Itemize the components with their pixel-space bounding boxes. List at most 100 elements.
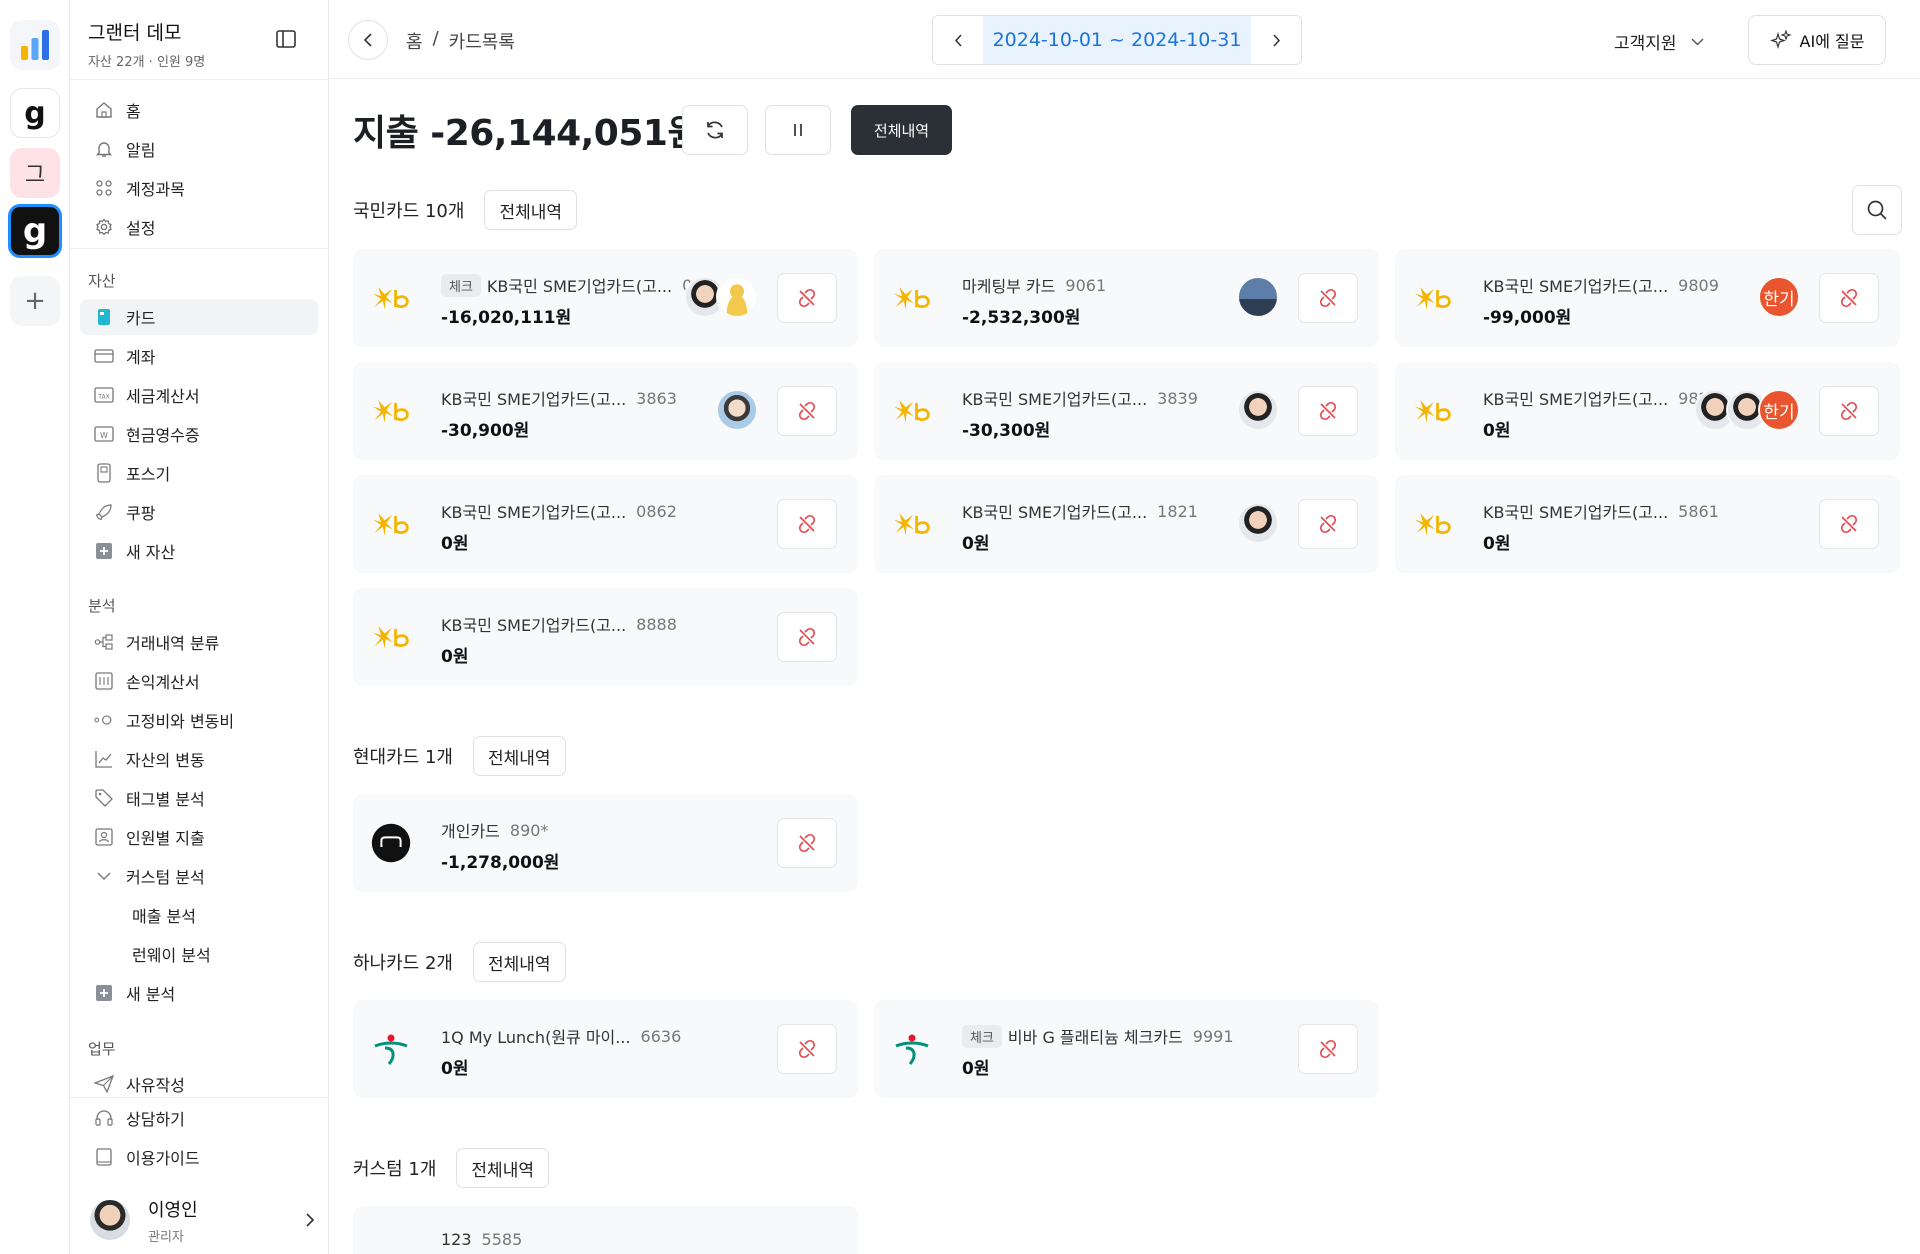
back-button[interactable] [348,20,388,60]
sidebar-item-bank[interactable]: 계좌 [80,338,318,374]
card-title: KB국민 SME기업카드(고... [441,503,627,522]
unlink-button[interactable] [777,386,837,436]
date-range-value[interactable]: 2024-10-01 ~ 2024-10-31 [983,16,1251,64]
card-number: 8888 [636,614,677,634]
avatar [90,1200,130,1240]
bank-icon [94,346,114,366]
prev-period-button[interactable] [933,16,983,64]
sidebar-item-sales-analysis[interactable]: 매출 분석 [80,897,318,933]
card-item[interactable]: 1Q My Lunch(원큐 마이... 6636 0원 [353,1000,858,1098]
group-title: 커스텀 1개 [353,1159,437,1180]
sidebar-item-consult[interactable]: 상담하기 [80,1100,318,1136]
card-amount: 0원 [441,534,469,554]
card-item[interactable]: 체크KB국민 SME기업카드(고...0( -16,020,111원 [353,249,858,347]
card-item[interactable]: KB국민 SME기업카드(고... 3839 -30,300원 [874,362,1379,460]
workspace-button-1[interactable]: g [10,88,60,138]
sidebar-item-guide[interactable]: 이용가이드 [80,1139,318,1175]
card-title: KB국민 SME기업카드(고... [441,616,627,635]
sidebar-item-person-spending[interactable]: 인원별 지출 [80,819,318,855]
next-period-button[interactable] [1251,16,1301,64]
sidebar-item-cash-receipt[interactable]: W 현금영수증 [80,416,318,452]
sidebar-item-income-statement[interactable]: 손익계산서 [80,663,318,699]
svg-text:TAX: TAX [97,394,109,401]
search-button[interactable] [1852,185,1902,235]
all-history-button[interactable]: 전체내역 [851,105,952,155]
card-item[interactable]: KB국민 SME기업카드(고... 1821 0원 [874,475,1379,573]
sidebar-item-runway-analysis[interactable]: 런웨이 분석 [80,936,318,972]
unlink-icon [1317,1038,1339,1060]
card-icon [94,307,114,327]
sidebar-item-tag-analysis[interactable]: 태그별 분석 [80,780,318,816]
kb-logo-icon [892,391,932,431]
workspace-button-3[interactable]: g [8,204,62,258]
sidebar-item-cards[interactable]: 카드 [80,299,318,335]
app-logo-icon[interactable] [10,20,60,70]
unlink-button[interactable] [777,1024,837,1074]
group-history-button[interactable]: 전체내역 [472,942,566,982]
card-item[interactable]: KB국민 SME기업카드(고... 8888 0원 [353,588,858,686]
sidebar-item-home[interactable]: 홈 [80,92,318,128]
org-summary: 자산 22개 · 인원 9명 [88,55,206,70]
support-dropdown[interactable]: 고객지원 [1614,29,1704,54]
unlink-button[interactable] [1298,386,1358,436]
sidebar-item-new-asset[interactable]: 새 자산 [80,533,318,569]
unlink-button[interactable] [777,499,837,549]
user-profile[interactable]: 이영인 관리자 [90,1195,315,1245]
sidebar-item-alerts[interactable]: 알림 [80,131,318,167]
card-name: 마케팅부 카드 9061 [962,273,1106,297]
sidebar-item-asset-change[interactable]: 자산의 변동 [80,741,318,777]
unlink-button[interactable] [1819,273,1879,323]
card-item[interactable]: KB국민 SME기업카드(고... 3863 -30,900원 [353,362,858,460]
unlink-button[interactable] [1298,273,1358,323]
sidebar-item-fixed-variable[interactable]: 고정비와 변동비 [80,702,318,738]
card-item[interactable]: 마케팅부 카드 9061 -2,532,300원 [874,249,1379,347]
group-history-button[interactable]: 전체내역 [456,1148,549,1188]
card-amount: 0원 [962,534,990,554]
rocket-icon [94,502,114,522]
sidebar-item-label: 세금계산서 [126,387,200,406]
card-item[interactable]: KB국민 SME기업카드(고... 9809 -99,000원 한기 [1395,249,1900,347]
unlink-button[interactable] [777,818,837,868]
sidebar-item-pos[interactable]: 포스기 [80,455,318,491]
user-badge: 한기 [1758,389,1800,431]
card-item[interactable]: KB국민 SME기업카드(고... 982 0원 한기 [1395,362,1900,460]
avatar [1237,389,1279,431]
card-item[interactable]: KB국민 SME기업카드(고... 5861 0원 [1395,475,1900,573]
card-item[interactable]: 개인카드 890* -1,278,000원 [353,794,858,892]
card-title: 123 [441,1230,472,1249]
refresh-button[interactable] [682,105,748,155]
card-number: 0862 [636,501,677,521]
card-number: 1821 [1157,501,1198,521]
unlink-button[interactable] [777,273,837,323]
card-name: 체크 비바 G 플래티늄 체크카드 9991 [962,1024,1234,1048]
sidebar-item-accounts[interactable]: 계정과목 [80,170,318,206]
sidebar-item-settings[interactable]: 설정 [80,209,318,245]
group-history-button[interactable]: 전체내역 [472,736,566,776]
card-item[interactable]: KB국민 SME기업카드(고... 0862 0원 [353,475,858,573]
sidebar-item-custom-analysis[interactable]: 커스텀 분석 [80,858,318,894]
unlink-button[interactable] [1298,499,1358,549]
ask-ai-button[interactable]: AI에 질문 [1748,15,1886,65]
org-info[interactable]: 그랜터 데모 자산 22개 · 인원 9명 [88,18,205,70]
sidebar-item-coupang[interactable]: 쿠팡 [80,494,318,530]
unlink-button[interactable] [1298,1024,1358,1074]
pause-button[interactable] [765,105,831,155]
unlink-button[interactable] [777,612,837,662]
card-amount: -30,300원 [962,421,1051,441]
unlink-button[interactable] [1819,386,1879,436]
card-item[interactable]: 체크 비바 G 플래티늄 체크카드 9991 0원 [874,1000,1379,1098]
workspace-button-2[interactable]: 그 [10,148,60,198]
sidebar-item-new-analysis[interactable]: 새 분석 [80,975,318,1011]
sidebar-item-transaction-classify[interactable]: 거래내역 분류 [80,624,318,660]
workspace-rail: g 그 g + [0,0,70,1254]
card-name: 개인카드 890* [441,818,548,842]
support-label: 고객지원 [1614,34,1677,54]
unlink-icon [796,1038,818,1060]
add-workspace-button[interactable]: + [10,276,60,326]
group-history-button[interactable]: 전체내역 [484,190,577,230]
card-item[interactable]: 123 5585 [353,1206,858,1254]
sidebar-item-tax-invoice[interactable]: TAX 세금계산서 [80,377,318,413]
sidebar-toggle-icon[interactable] [276,30,296,48]
breadcrumb-home[interactable]: 홈 [406,28,423,54]
unlink-button[interactable] [1819,499,1879,549]
